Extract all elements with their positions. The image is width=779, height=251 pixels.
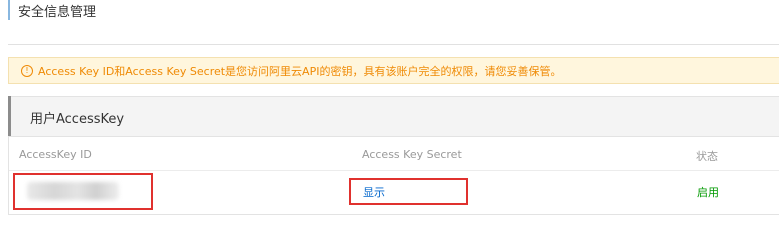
accesskey-id-value-masked	[27, 182, 119, 200]
panel-header-accent	[8, 96, 11, 136]
column-header-status: 状态	[696, 150, 718, 163]
column-header-accesskey-id: AccessKey ID	[19, 148, 92, 161]
page-title: 安全信息管理	[18, 5, 97, 20]
column-header-accesskey-secret: Access Key Secret	[362, 148, 462, 161]
accesskey-panel: 用户AccessKey AccessKey ID Access Key Secr…	[8, 96, 779, 215]
page-header: 安全信息管理	[8, 0, 96, 20]
header-divider	[8, 44, 779, 45]
warning-alert: ! Access Key ID和Access Key Secret是您访问阿里云…	[8, 57, 779, 84]
panel-title: 用户AccessKey	[30, 112, 125, 127]
panel-header: 用户AccessKey	[8, 96, 779, 137]
alert-circle-icon: !	[21, 64, 33, 77]
table-header-divider	[9, 170, 779, 171]
status-badge: 启用	[697, 186, 719, 199]
show-secret-link[interactable]: 显示	[363, 184, 385, 200]
alert-message: Access Key ID和Access Key Secret是您访问阿里云AP…	[38, 64, 562, 78]
